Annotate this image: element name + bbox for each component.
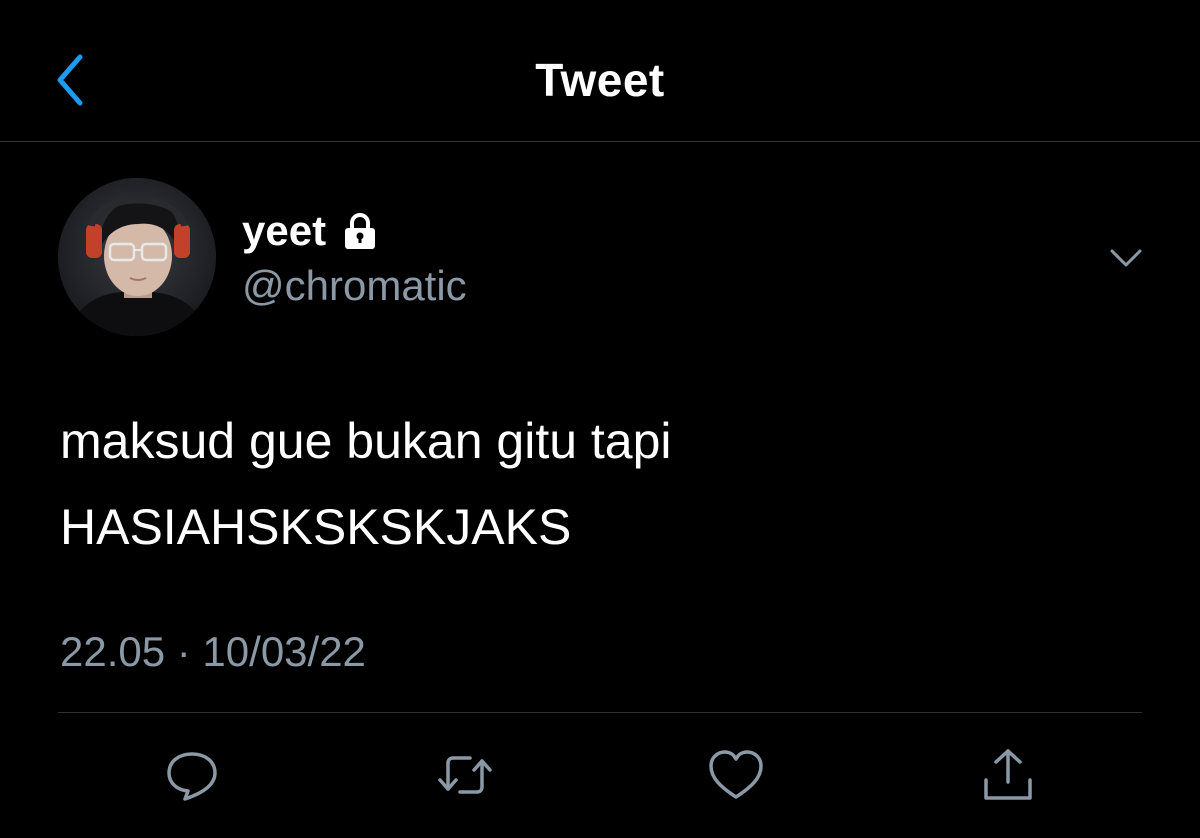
- page-title: Tweet: [535, 54, 665, 106]
- author-name-row[interactable]: yeet: [242, 205, 384, 257]
- share-icon: [984, 749, 1032, 800]
- tweet-text-line: HASIAHSKSKSKJAKS: [60, 499, 572, 555]
- profile-photo: [58, 178, 216, 336]
- chevron-down-icon: [1110, 249, 1142, 267]
- navigation-bar: Tweet: [0, 0, 1200, 142]
- retweet-button[interactable]: [432, 742, 498, 808]
- tweet-menu-button[interactable]: [1104, 236, 1148, 280]
- share-button[interactable]: [975, 742, 1041, 808]
- tweet-text-line: maksud gue bukan gitu tapi: [60, 413, 672, 469]
- reply-button[interactable]: [159, 742, 225, 808]
- heart-icon: [709, 750, 763, 799]
- display-name: yeet: [242, 207, 327, 254]
- retweet-icon: [438, 756, 492, 794]
- tweet-text: maksud gue bukan gitu tapi HASIAHSKSKSKJ…: [60, 398, 1140, 570]
- like-button[interactable]: [703, 742, 769, 808]
- author-handle[interactable]: @chromatic: [242, 260, 467, 312]
- speech-bubble-icon: [167, 752, 217, 801]
- avatar[interactable]: [58, 178, 216, 336]
- divider: [58, 712, 1142, 713]
- tweet-timestamp[interactable]: 22.05 · 10/03/22: [60, 624, 366, 680]
- lock-icon: [340, 209, 384, 253]
